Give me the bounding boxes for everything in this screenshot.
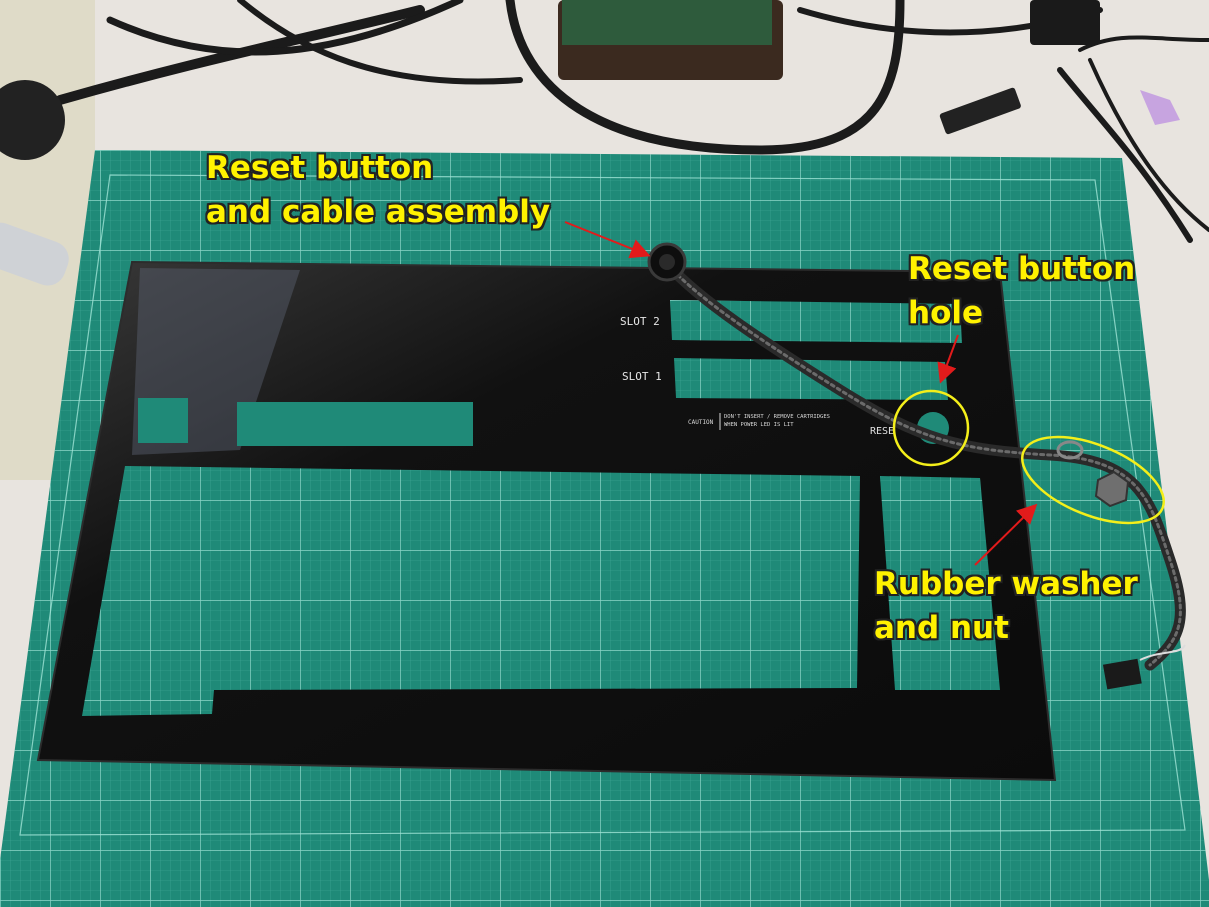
callout-reset-assembly: Reset button and cable assembly: [206, 146, 550, 234]
reset-label: RESE: [870, 426, 894, 437]
callout-reset-assembly-line2: and cable assembly: [206, 194, 551, 230]
acrylic-panel: SLOT 2 SLOT 1 CAUTION DON'T INSERT / REM…: [36, 260, 1057, 782]
callout-reset-hole-line1: Reset button: [908, 251, 1136, 287]
small-cutout-wide: [237, 402, 473, 446]
slot2-label: SLOT 2: [620, 315, 660, 328]
callout-reset-hole: Reset button hole: [908, 247, 1135, 335]
slot1-label: SLOT 1: [622, 370, 662, 383]
caution-text-2: WHEN POWER LED IS LIT: [724, 422, 794, 428]
circuit-board: [562, 0, 772, 45]
caution-label: CAUTION: [688, 419, 714, 426]
callout-washer-nut-line1: Rubber washer: [874, 566, 1138, 602]
callout-washer-nut-line2: and nut: [874, 610, 1009, 646]
callout-reset-assembly-line1: Reset button: [206, 150, 434, 186]
small-cutout-left: [138, 398, 188, 443]
power-adapter: [1030, 0, 1100, 45]
caution-text-1: DON'T INSERT / REMOVE CARTRIDGES: [724, 414, 830, 420]
photo-scene: SLOT 2 SLOT 1 CAUTION DON'T INSERT / REM…: [0, 0, 1209, 907]
callout-reset-hole-line2: hole: [908, 295, 984, 331]
callout-washer-nut: Rubber washer and nut: [874, 562, 1138, 650]
